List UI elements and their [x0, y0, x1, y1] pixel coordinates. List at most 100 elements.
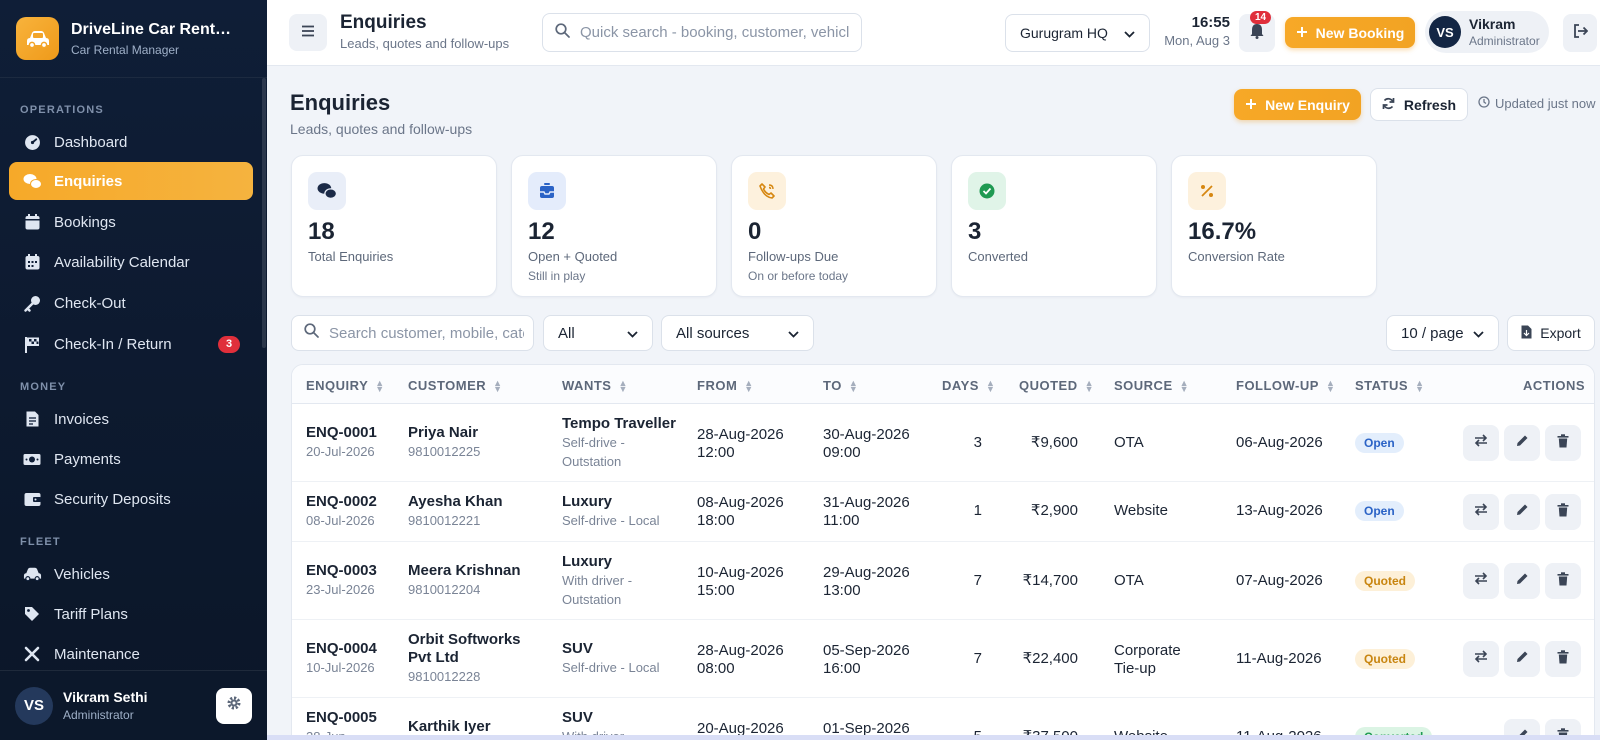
column-header-quoted[interactable]: QUOTED ▲ ▼: [1019, 378, 1094, 393]
user-menu[interactable]: VS Vikram Administrator: [1425, 11, 1549, 53]
table-row[interactable]: ENQ-0004 10-Jul-2026 Orbit Softworks Pvt …: [292, 620, 1594, 698]
column-header-follow-up[interactable]: FOLLOW-UP ▲ ▼: [1236, 378, 1335, 393]
delete-button[interactable]: [1545, 425, 1581, 461]
table-row[interactable]: ENQ-0001 20-Jul-2026 Priya Nair 9810012225…: [292, 404, 1594, 482]
column-header-enquiry[interactable]: ENQUIRY ▲ ▼: [306, 378, 385, 393]
sidebar-scrollbar[interactable]: [262, 78, 266, 348]
branch-select[interactable]: Gurugram HQ: [1005, 14, 1150, 52]
edit-button[interactable]: [1504, 563, 1540, 599]
refresh-button[interactable]: Refresh: [1370, 88, 1468, 121]
settings-button[interactable]: [216, 687, 252, 724]
column-header-wants[interactable]: WANTS ▲ ▼: [562, 378, 628, 393]
days: 1: [973, 502, 982, 519]
sidebar-item-label: Tariff Plans: [54, 605, 128, 623]
check-in-badge: 3: [218, 335, 240, 353]
sidebar-item-label: Check-In / Return: [54, 335, 172, 353]
sidebar-item-label: Check-Out: [54, 294, 126, 312]
tag-icon: [22, 604, 42, 624]
table-header: ENQUIRY ▲ ▼ CUSTOMER ▲ ▼ WANTS ▲ ▼ FROM ▲ ▼ TO ▲ ▼…: [292, 365, 1594, 404]
avatar[interactable]: VS: [15, 686, 53, 725]
edit-button[interactable]: [1504, 425, 1540, 461]
delete-button[interactable]: [1545, 494, 1581, 530]
sort-icon: ▲ ▼: [1084, 377, 1095, 394]
brand[interactable]: DriveLine Car Rent… Car Rental Manager: [0, 0, 267, 78]
from-datetime: 28-Aug-2026 08:00: [697, 642, 784, 677]
stat-value: 3: [968, 218, 982, 245]
customer-name: Priya Nair: [408, 424, 479, 441]
topbar-user-name: Vikram: [1469, 16, 1516, 32]
car-icon: [22, 564, 42, 584]
sidebar-user-name: Vikram Sethi: [63, 689, 148, 705]
source-filter-select[interactable]: All sources: [661, 315, 814, 351]
column-header-status[interactable]: STATUS ▲ ▼: [1355, 378, 1425, 393]
sidebar-item-check-in-return[interactable]: Check-In / Return 3: [9, 325, 253, 363]
sidebar-item-label: Dashboard: [54, 133, 128, 151]
new-booking-label: New Booking: [1315, 24, 1405, 41]
chevron-down-icon: [627, 325, 638, 342]
customer-name: Orbit Softworks Pvt Ltd: [408, 631, 521, 666]
enquiry-id: ENQ-0004: [306, 640, 377, 657]
column-header-source[interactable]: SOURCE ▲ ▼: [1114, 378, 1189, 393]
enquiry-date: 08-Jul-2026: [306, 513, 375, 528]
status-filter-select[interactable]: All: [543, 315, 653, 351]
column-header-days[interactable]: DAYS ▲ ▼: [942, 378, 995, 393]
sort-icon: ▲ ▼: [848, 377, 859, 394]
per-page-select[interactable]: 10 / page: [1386, 315, 1499, 351]
days: 3: [973, 434, 982, 451]
convert-button[interactable]: [1463, 641, 1499, 677]
new-enquiry-button[interactable]: New Enquiry: [1234, 89, 1361, 120]
column-header-customer[interactable]: CUSTOMER ▲ ▼: [408, 378, 503, 393]
menu-toggle-button[interactable]: [289, 14, 327, 51]
wants-category: Tempo Traveller: [562, 415, 676, 432]
global-search-input[interactable]: [580, 24, 849, 41]
sidebar-item-bookings[interactable]: Bookings: [9, 203, 253, 241]
table-row[interactable]: ENQ-0002 08-Jul-2026 Ayesha Khan 981001222…: [292, 482, 1594, 542]
wants-category: Luxury: [562, 493, 613, 510]
sidebar-item-dashboard[interactable]: Dashboard: [9, 123, 253, 161]
clock-icon: [1478, 96, 1490, 111]
stat-card-conversion-rate: 16.7% Conversion Rate: [1171, 155, 1377, 297]
customer-name: Meera Krishnan: [408, 562, 521, 579]
stat-card-total-enquiries: 18 Total Enquiries: [291, 155, 497, 297]
sidebar-item-invoices[interactable]: Invoices: [9, 400, 253, 438]
file-icon: [1521, 325, 1532, 342]
stat-card-follow-ups-due: 0 Follow-ups Due On or before today: [731, 155, 937, 297]
edit-button[interactable]: [1504, 641, 1540, 677]
convert-button[interactable]: [1463, 425, 1499, 461]
table-row[interactable]: ENQ-000528-Jun- Karthik Iyer SUVWith dri…: [292, 698, 1594, 739]
delete-button[interactable]: [1545, 641, 1581, 677]
to-datetime: 30-Aug-2026 09:00: [823, 426, 910, 461]
table-search-input[interactable]: [329, 324, 524, 342]
column-header-from[interactable]: FROM ▲ ▼: [697, 378, 754, 393]
new-booking-button[interactable]: New Booking: [1285, 17, 1415, 48]
delete-button[interactable]: [1545, 563, 1581, 599]
sidebar-item-maintenance[interactable]: Maintenance: [9, 635, 253, 673]
sidebar-item-payments[interactable]: Payments: [9, 440, 253, 478]
enquiry-date: 20-Jul-2026: [306, 444, 375, 459]
horizontal-scrollbar[interactable]: [267, 735, 1600, 740]
source: OTA: [1114, 572, 1144, 589]
sidebar: DriveLine Car Rent… Car Rental Manager O…: [0, 0, 267, 740]
logout-button[interactable]: [1563, 14, 1597, 52]
from-datetime: 08-Aug-2026 18:00: [697, 494, 784, 529]
sidebar-item-tariff-plans[interactable]: Tariff Plans: [9, 595, 253, 633]
table-row[interactable]: ENQ-0003 23-Jul-2026 Meera Krishnan 981001…: [292, 542, 1594, 620]
sidebar-item-vehicles[interactable]: Vehicles: [9, 555, 253, 593]
stat-hint: On or before today: [748, 269, 849, 283]
pencil-icon: [1516, 503, 1529, 521]
clock-time: 16:55: [1191, 14, 1230, 31]
sidebar-item-check-out[interactable]: Check-Out: [9, 284, 253, 322]
export-button[interactable]: Export: [1507, 315, 1595, 351]
convert-button[interactable]: [1463, 563, 1499, 599]
stat-value: 18: [308, 218, 335, 245]
pencil-icon: [1516, 650, 1529, 668]
sidebar-user: VS Vikram Sethi Administrator: [0, 670, 267, 740]
sidebar-item-enquiries[interactable]: Enquiries: [9, 162, 253, 200]
edit-button[interactable]: [1504, 494, 1540, 530]
sidebar-item-security-deposits[interactable]: Security Deposits: [9, 480, 253, 518]
quoted-amount: ₹22,400: [1022, 650, 1078, 667]
convert-button[interactable]: [1463, 494, 1499, 530]
column-header-to[interactable]: TO ▲ ▼: [823, 378, 858, 393]
enquiry-id: ENQ-0002: [306, 493, 377, 510]
sidebar-item-availability-calendar[interactable]: Availability Calendar: [9, 243, 253, 281]
